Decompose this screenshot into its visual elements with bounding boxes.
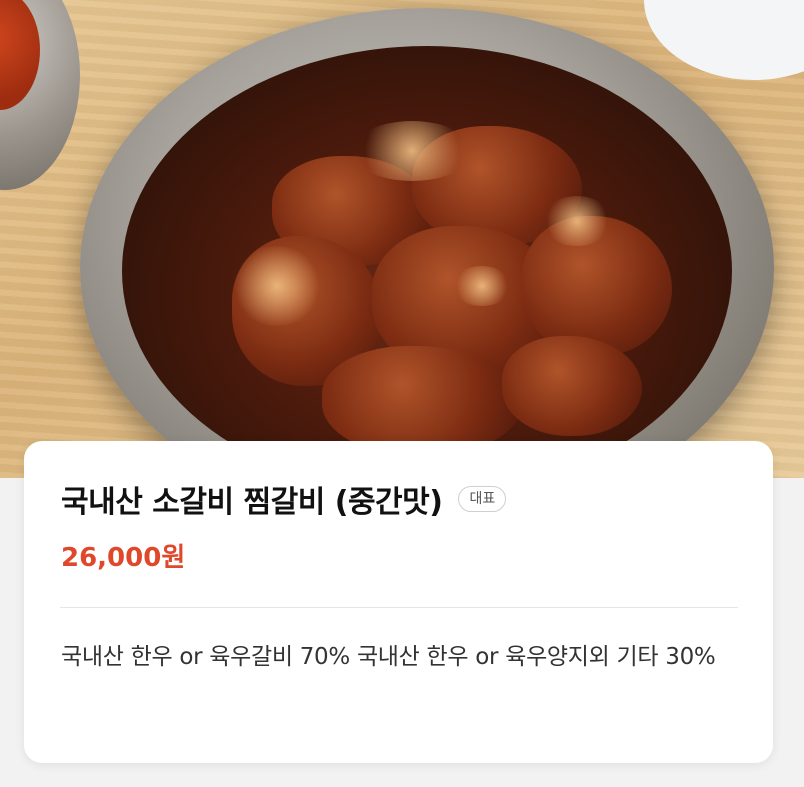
menu-item-price: 26,000원: [61, 543, 186, 573]
menu-detail-page: 국내산 소갈비 찜갈비 (중간맛) 대표 26,000원 국내산 한우 or 육…: [0, 0, 804, 787]
menu-item-description: 국내산 한우 or 육우갈비 70% 국내산 한우 or 육우양지외 기타 30…: [61, 644, 716, 670]
braised-ribs: [122, 46, 732, 478]
signature-badge: 대표: [458, 486, 507, 512]
divider: [60, 607, 738, 608]
menu-info-card: 국내산 소갈비 찜갈비 (중간맛) 대표 26,000원 국내산 한우 or 육…: [24, 441, 773, 763]
menu-item-photo: [0, 0, 804, 478]
title-row: 국내산 소갈비 찜갈비 (중간맛) 대표: [61, 477, 507, 521]
menu-item-title: 국내산 소갈비 찜갈비 (중간맛): [61, 485, 443, 520]
